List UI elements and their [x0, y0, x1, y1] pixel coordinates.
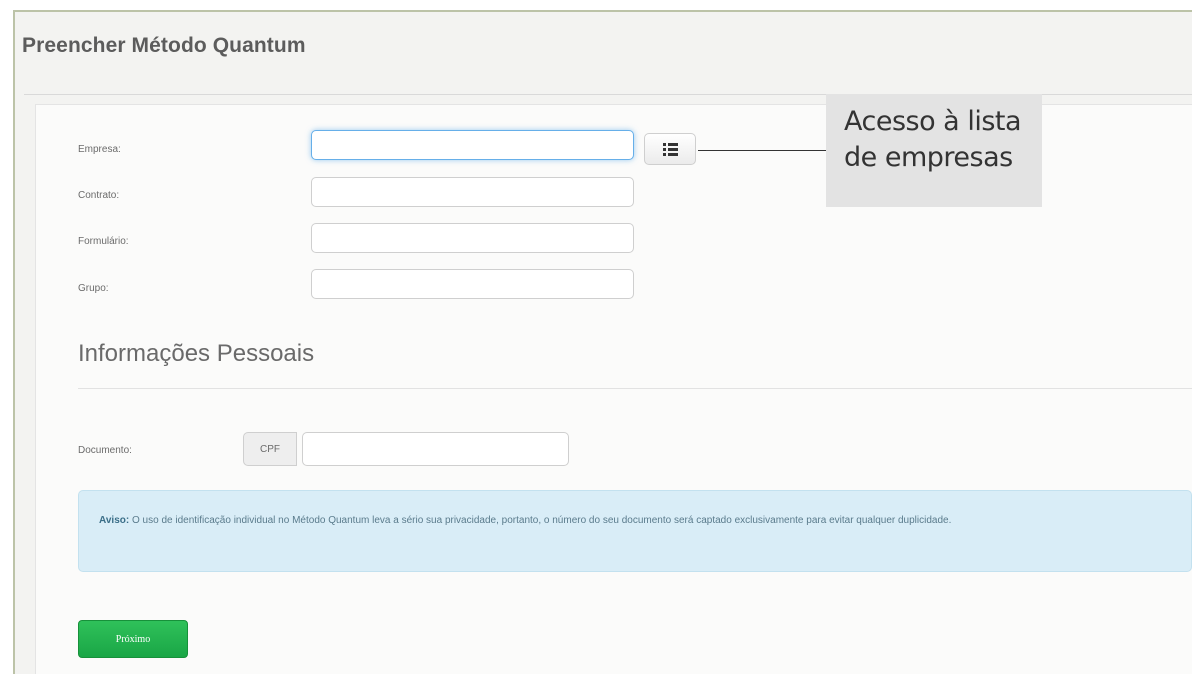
grupo-label: Grupo:: [78, 283, 109, 294]
empresa-input[interactable]: [311, 130, 634, 160]
section-title-personal-info: Informações Pessoais: [78, 340, 315, 367]
page-title: Preencher Método Quantum: [22, 34, 306, 57]
next-button[interactable]: Próximo: [78, 620, 188, 658]
formulario-input[interactable]: [311, 223, 634, 253]
notice-text: O uso de identificação individual no Mét…: [131, 515, 952, 526]
formulario-label: Formulário:: [78, 236, 129, 247]
callout-line-2: de empresas: [844, 142, 1013, 173]
contrato-label: Contrato:: [78, 190, 120, 201]
callout-connector: [698, 150, 826, 151]
cpf-addon: CPF: [243, 432, 297, 466]
grupo-input[interactable]: [311, 269, 634, 299]
notice-bold: Aviso:: [99, 515, 130, 526]
company-list-button[interactable]: [644, 133, 696, 165]
callout-box: Acesso à lista de empresas: [826, 94, 1042, 207]
list-icon: [662, 142, 678, 156]
empresa-label: Empresa:: [78, 144, 121, 155]
section-divider: [78, 388, 1192, 389]
callout-line-1: Acesso à lista: [844, 106, 1022, 137]
contrato-input[interactable]: [311, 177, 634, 207]
privacy-notice: Aviso: O uso de identificação individual…: [78, 490, 1192, 572]
document-input[interactable]: [302, 432, 569, 466]
documento-label: Documento:: [78, 445, 132, 456]
